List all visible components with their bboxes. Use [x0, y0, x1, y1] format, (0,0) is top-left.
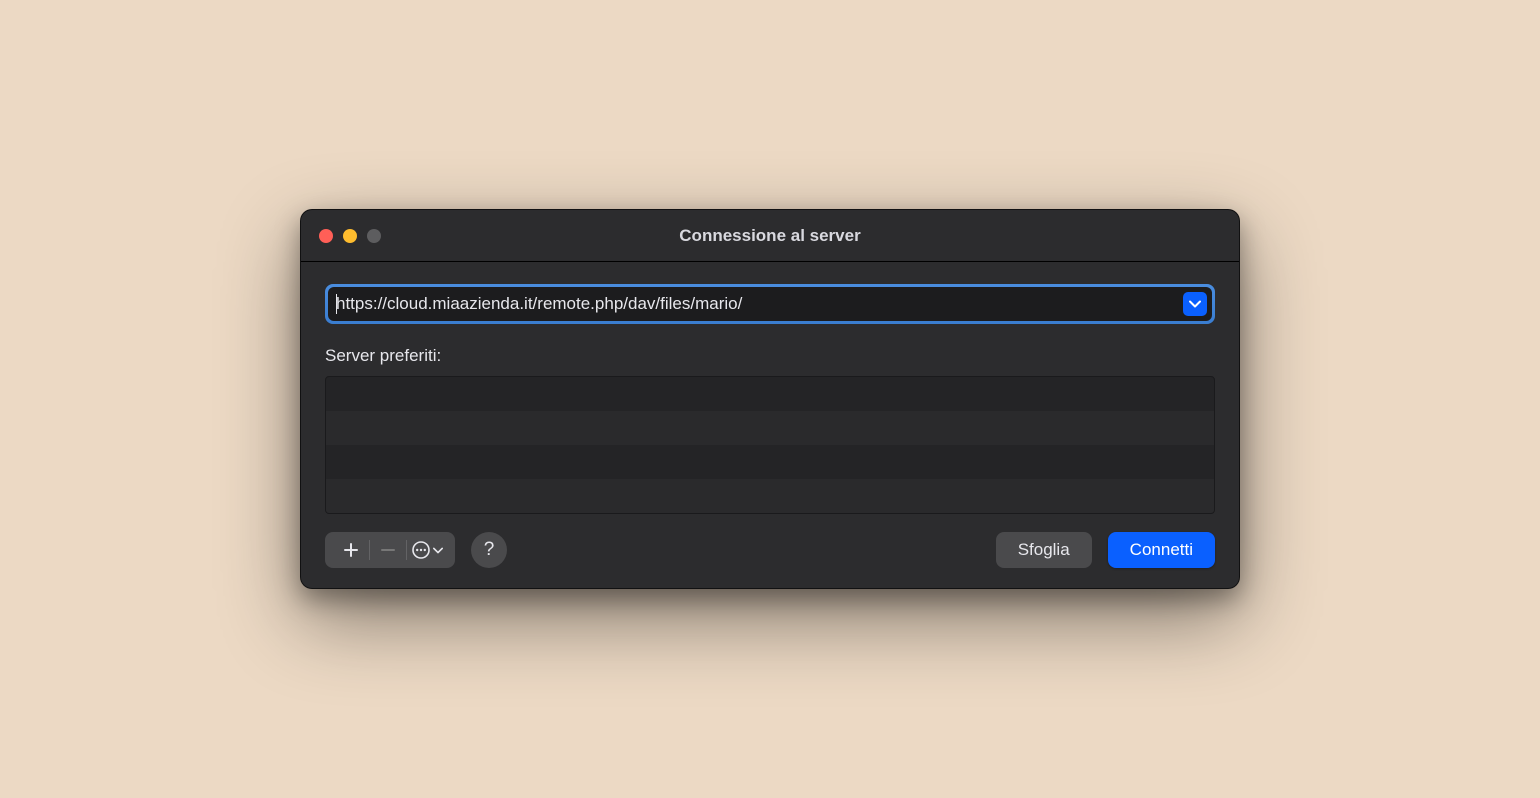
favorite-servers-label: Server preferiti:	[325, 346, 1215, 366]
list-actions-segmented	[325, 532, 455, 568]
plus-icon	[343, 542, 359, 558]
add-favorite-button[interactable]	[335, 532, 367, 568]
connect-button[interactable]: Connetti	[1108, 532, 1215, 568]
server-address-field-focus-ring	[325, 284, 1215, 324]
minus-icon	[380, 542, 396, 558]
close-window-button[interactable]	[319, 229, 333, 243]
footer-right-controls: Sfoglia Connetti	[996, 532, 1215, 568]
server-address-input[interactable]	[328, 287, 1183, 321]
chevron-down-icon	[433, 547, 443, 554]
favorite-servers-list[interactable]	[325, 376, 1215, 514]
segment-divider	[369, 540, 370, 560]
browse-button[interactable]: Sfoglia	[996, 532, 1092, 568]
more-icon-button[interactable]	[411, 540, 431, 560]
list-row[interactable]	[326, 479, 1214, 513]
titlebar: Connessione al server	[301, 210, 1239, 262]
connect-to-server-window: Connessione al server Server preferiti:	[300, 209, 1240, 589]
window-controls	[319, 229, 381, 243]
segment-divider	[406, 540, 407, 560]
remove-favorite-button	[372, 532, 404, 568]
ellipsis-circle-icon	[411, 540, 431, 560]
footer-left-controls: ?	[325, 532, 507, 568]
list-row[interactable]	[326, 411, 1214, 445]
list-row[interactable]	[326, 377, 1214, 411]
more-actions-button[interactable]	[409, 540, 445, 560]
server-address-dropdown-button[interactable]	[1183, 292, 1207, 316]
minimize-window-button[interactable]	[343, 229, 357, 243]
window-title: Connessione al server	[301, 226, 1239, 246]
text-cursor	[336, 294, 337, 314]
chevron-down-icon	[1189, 300, 1201, 308]
zoom-window-button	[367, 229, 381, 243]
server-address-combobox[interactable]	[328, 287, 1212, 321]
help-button[interactable]: ?	[471, 532, 507, 568]
list-row[interactable]	[326, 445, 1214, 479]
window-content: Server preferiti:	[301, 262, 1239, 588]
footer: ? Sfoglia Connetti	[325, 532, 1215, 568]
